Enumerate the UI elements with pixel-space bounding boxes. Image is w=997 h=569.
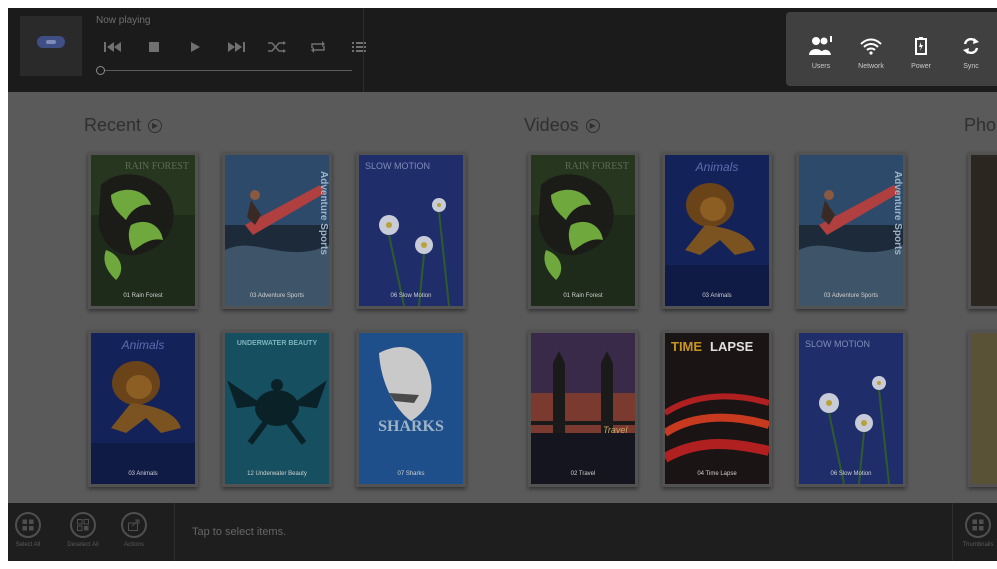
art-text: Travel	[603, 425, 628, 435]
section-title-photos[interactable]: Pho	[964, 115, 996, 136]
status-sync[interactable]: Sync	[946, 12, 996, 86]
lion-artwork: Animals 03 Animals	[91, 333, 195, 484]
thumbnails-button[interactable]: Thumbnails	[958, 512, 997, 548]
bridge-artwork: Travel 02 Travel	[531, 333, 635, 484]
frog-artwork: RAIN FOREST 01 Rain Forest	[91, 155, 195, 306]
surf-artwork: Adventure Sports 03 Adventure Sports	[225, 155, 329, 306]
app-bar: Select All Deselect All Actions Tap to s…	[8, 503, 997, 561]
battery-icon	[906, 32, 936, 60]
media-tile[interactable]: Travel 02 Travel	[528, 330, 638, 487]
photo-artwork	[971, 333, 997, 484]
art-text: SLOW MOTION	[365, 161, 430, 171]
media-tile[interactable]: Adventure Sports 03 Adventure Sports	[222, 152, 332, 309]
deselect-all-icon	[70, 512, 96, 538]
play-icon	[190, 42, 200, 52]
media-tile[interactable]	[968, 152, 997, 309]
select-all-icon	[15, 512, 41, 538]
art-text: RAIN FOREST	[125, 161, 189, 172]
media-tile[interactable]: Adventure Sports 03 Adventure Sports	[796, 152, 906, 309]
transport-controls	[92, 34, 379, 60]
media-tile[interactable]: SLOW MOTION 06 Slow Motion	[796, 330, 906, 487]
media-tile[interactable]: TIME LAPSE 04 Time Lapse	[662, 330, 772, 487]
flowers-artwork: SLOW MOTION 06 Slow Motion	[799, 333, 903, 484]
art-text: Animals	[121, 338, 165, 352]
next-button[interactable]	[215, 34, 256, 60]
progress-knob[interactable]	[96, 66, 105, 75]
art-text: SHARKS	[378, 418, 444, 435]
media-tile[interactable]: Animals 03 Animals	[662, 152, 772, 309]
art-text: Adventure Sports	[318, 171, 329, 255]
now-playing-bar: Now playing Users Network Power Sync	[8, 8, 997, 92]
media-tile[interactable]	[968, 330, 997, 487]
stop-icon	[148, 42, 159, 52]
select-all-button[interactable]: Select All	[8, 512, 48, 548]
status-users[interactable]: Users	[796, 12, 846, 86]
status-network[interactable]: Network	[846, 12, 896, 86]
section-title-recent[interactable]: Recent ▶	[84, 115, 163, 136]
stop-button[interactable]	[133, 34, 174, 60]
lion-artwork: Animals 03 Animals	[665, 155, 769, 306]
divider	[363, 8, 364, 92]
share-icon	[121, 512, 147, 538]
sync-icon	[956, 32, 986, 60]
users-icon	[806, 32, 836, 60]
art-text: Adventure Sports	[892, 171, 903, 255]
playback-progress-slider[interactable]	[96, 66, 352, 75]
now-playing-label: Now playing	[96, 15, 151, 26]
art-text: RAIN FOREST	[565, 161, 629, 172]
shuffle-icon	[267, 41, 286, 53]
media-tile[interactable]: SLOW MOTION 06 Slow Motion	[356, 152, 466, 309]
status-panel: Users Network Power Sync	[786, 12, 997, 86]
selection-hint: Tap to select items.	[192, 526, 287, 538]
repeat-icon	[310, 41, 325, 53]
previous-icon	[103, 42, 121, 52]
art-text: LAPSE	[710, 339, 754, 354]
play-button[interactable]	[174, 34, 215, 60]
thumbnails-icon	[965, 512, 991, 538]
divider	[174, 503, 175, 561]
media-tile[interactable]: SHARKS 07 Sharks	[356, 330, 466, 487]
previous-button[interactable]	[92, 34, 133, 60]
progress-track	[96, 70, 352, 71]
chevron-right-icon: ▶	[148, 118, 163, 133]
art-text: Animals	[695, 160, 739, 174]
shark-artwork: SHARKS 07 Sharks	[359, 333, 463, 484]
media-tile[interactable]: RAIN FOREST 01 Rain Forest	[88, 152, 198, 309]
media-tile[interactable]: UNDERWATER BEAUTY 12 Underwater Beauty	[222, 330, 332, 487]
repeat-button[interactable]	[297, 34, 338, 60]
playlist-button[interactable]	[338, 34, 379, 60]
actions-button[interactable]: Actions	[114, 512, 154, 548]
frog-artwork: RAIN FOREST 01 Rain Forest	[531, 155, 635, 306]
lacie-logo	[37, 36, 65, 48]
chevron-right-icon: ▶	[585, 118, 600, 133]
turtle-artwork: UNDERWATER BEAUTY 12 Underwater Beauty	[225, 333, 329, 484]
art-text: UNDERWATER BEAUTY	[237, 340, 318, 347]
timelapse-artwork: TIME LAPSE 04 Time Lapse	[665, 333, 769, 484]
shuffle-button[interactable]	[256, 34, 297, 60]
art-text: TIME	[671, 339, 702, 354]
deselect-all-button[interactable]: Deselect All	[63, 512, 103, 548]
app-window: Now playing Users Network Power Sync Rec…	[8, 8, 997, 561]
media-tile[interactable]: RAIN FOREST 01 Rain Forest	[528, 152, 638, 309]
media-library: Recent ▶ RAIN FOREST 01 Rain Forest Adve…	[8, 92, 997, 503]
flowers-artwork: SLOW MOTION 06 Slow Motion	[359, 155, 463, 306]
wifi-icon	[856, 32, 886, 60]
photo-artwork	[971, 155, 997, 306]
art-text: SLOW MOTION	[805, 339, 870, 349]
next-icon	[227, 42, 245, 52]
surf-artwork: Adventure Sports 03 Adventure Sports	[799, 155, 903, 306]
section-title-videos[interactable]: Videos ▶	[524, 115, 600, 136]
album-thumbnail[interactable]	[20, 16, 82, 76]
media-tile[interactable]: Animals 03 Animals	[88, 330, 198, 487]
divider	[952, 503, 953, 561]
status-power[interactable]: Power	[896, 12, 946, 86]
